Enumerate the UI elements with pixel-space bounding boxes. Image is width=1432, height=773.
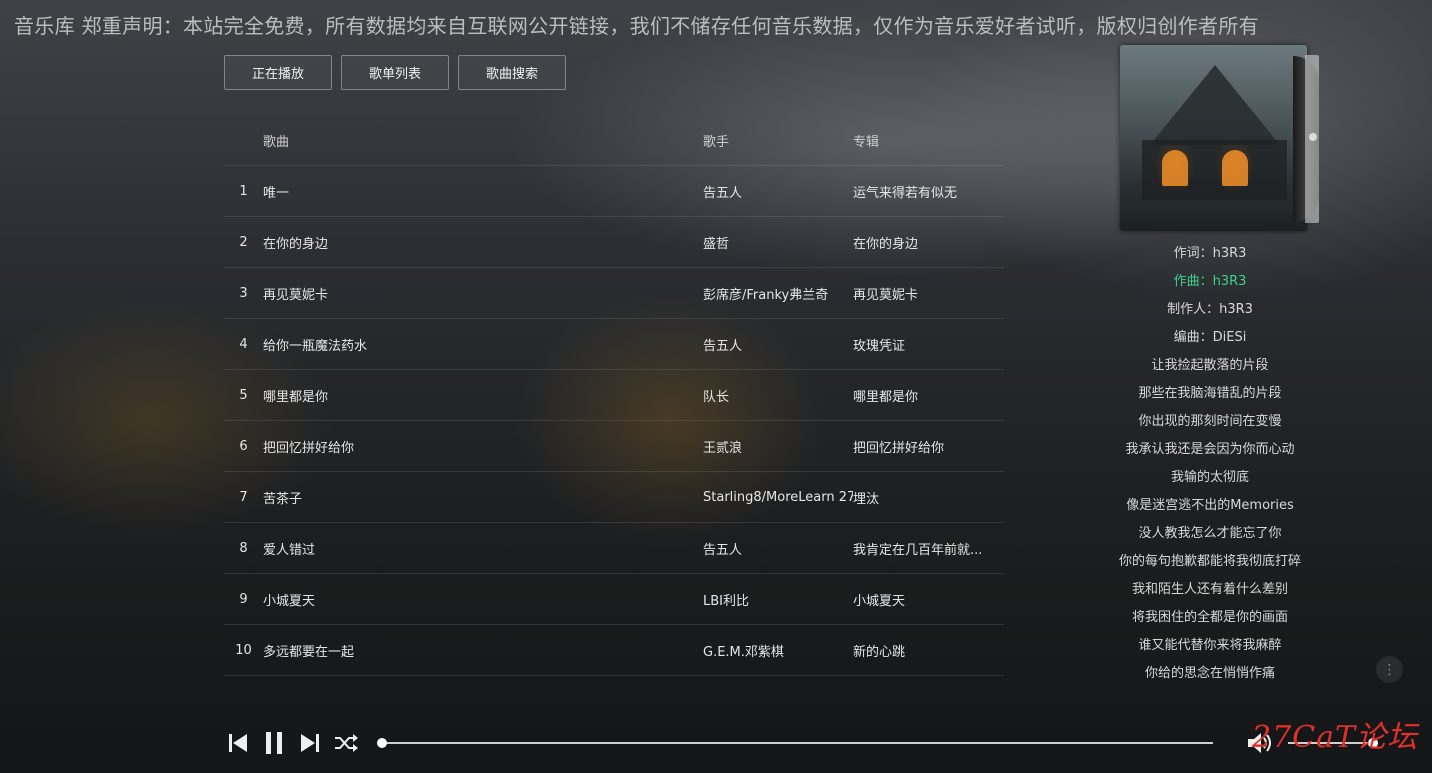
song-album: 哪里都是你 — [853, 389, 919, 405]
song-artist: 告五人 — [703, 185, 743, 201]
lyric-line: 你给的思念在悄悄作痛 — [1144, 666, 1275, 681]
lyric-line: 我输的太彻底 — [1170, 470, 1249, 485]
disclaimer-banner: 音乐库 郑重声明：本站完全免费，所有数据均来自互联网公开链接，我们不储存任何音乐… — [14, 14, 1259, 38]
song-artist: G.E.M.邓紫棋 — [703, 644, 784, 660]
vinyl-disc-hole — [1309, 133, 1317, 141]
song-row[interactable]: 6 把回忆拼好给你 王贰浪 把回忆拼好给你 — [224, 421, 1004, 472]
more-icon[interactable]: ⋮ — [1376, 656, 1403, 683]
pause-icon[interactable] — [256, 728, 292, 758]
album-cover — [1120, 45, 1307, 231]
lyric-line: 我承认我还是会因为你而心动 — [1125, 442, 1295, 457]
prev-icon[interactable] — [220, 728, 256, 758]
song-row[interactable]: 10 多远都要在一起 G.E.M.邓紫棋 新的心跳 — [224, 625, 1004, 676]
lyric-line: 编曲：DiESi — [1173, 330, 1247, 345]
player-controls — [220, 728, 364, 758]
song-artist: 王贰浪 — [703, 440, 743, 456]
song-artist: 队长 — [703, 389, 730, 405]
lyric-line: 那些在我脑海错乱的片段 — [1138, 386, 1282, 401]
song-index: 7 — [239, 489, 248, 505]
song-album: 在你的身边 — [853, 236, 919, 252]
song-list-header: 歌曲 歌手 专辑 — [224, 115, 1004, 166]
song-row[interactable]: 9 小城夏天 LBI利比 小城夏天 — [224, 574, 1004, 625]
song-index: 6 — [239, 438, 248, 454]
song-index: 10 — [235, 642, 252, 658]
song-artist: 彭席彦/Franky弗兰奇 — [703, 287, 829, 303]
lyric-line: 像是迷宫逃不出的Memories — [1126, 498, 1294, 513]
lyric-line-current: 作曲：h3R3 — [1173, 274, 1247, 289]
song-index: 2 — [239, 234, 248, 250]
song-index: 4 — [239, 336, 248, 352]
song-list: 歌曲 歌手 专辑 1 唯一 告五人 运气来得若有似无 2 在你的身边 盛哲 在你的身边 3 再见莫… — [224, 115, 1004, 676]
song-title: 唯一 — [263, 185, 290, 201]
tab-now-playing[interactable]: 正在播放 — [224, 55, 332, 90]
lyric-line: 我和陌生人还有着什么差别 — [1131, 582, 1288, 597]
song-row[interactable]: 3 再见莫妮卡 彭席彦/Franky弗兰奇 再见莫妮卡 — [224, 268, 1004, 319]
shuffle-icon[interactable] — [328, 728, 364, 758]
progress-knob[interactable] — [377, 738, 387, 748]
lyrics-panel[interactable]: 作词：h3R3 作曲：h3R3 制作人：h3R3 编曲：DiESi 让我捡起散落的片段那… — [1070, 240, 1350, 688]
lyric-line: 将我困住的全都是你的画面 — [1131, 610, 1288, 625]
song-row[interactable]: 2 在你的身边 盛哲 在你的身边 — [224, 217, 1004, 268]
song-title: 爱人错过 — [263, 542, 316, 558]
song-index: 8 — [239, 540, 248, 556]
song-index: 5 — [239, 387, 248, 403]
progress-bar[interactable] — [377, 738, 1213, 748]
song-title: 再见莫妮卡 — [263, 287, 329, 303]
header-artist: 歌手 — [703, 134, 730, 150]
song-album: 把回忆拼好给你 — [853, 440, 945, 456]
song-title: 多远都要在一起 — [263, 644, 355, 660]
tab-song-search[interactable]: 歌曲搜索 — [458, 55, 566, 90]
song-title: 苦茶子 — [263, 491, 303, 507]
song-index: 3 — [239, 285, 248, 301]
song-title: 给你一瓶魔法药水 — [263, 338, 368, 354]
song-artist: 告五人 — [703, 338, 743, 354]
next-icon[interactable] — [292, 728, 328, 758]
lyric-line: 没人教我怎么才能忘了你 — [1138, 526, 1282, 541]
song-album: 我肯定在几百年前就... — [853, 542, 983, 558]
song-artist: 告五人 — [703, 542, 743, 558]
song-row[interactable]: 4 给你一瓶魔法药水 告五人 玫瑰凭证 — [224, 319, 1004, 370]
header-album: 专辑 — [853, 134, 880, 150]
song-album: 运气来得若有似无 — [853, 185, 958, 201]
lyric-line: 制作人：h3R3 — [1167, 302, 1253, 317]
song-index: 1 — [239, 183, 248, 199]
watermark-logo: 27CaT论坛 — [1252, 720, 1419, 755]
song-album: 埋汰 — [853, 491, 880, 507]
lyric-line: 作词：h3R3 — [1173, 246, 1247, 261]
song-row[interactable]: 5 哪里都是你 队长 哪里都是你 — [224, 370, 1004, 421]
song-title: 哪里都是你 — [263, 389, 329, 405]
lyric-line: 谁又能代替你来将我麻醉 — [1138, 638, 1282, 653]
song-title: 小城夏天 — [263, 593, 316, 609]
song-album: 再见莫妮卡 — [853, 287, 919, 303]
song-row[interactable]: 7 苦茶子 Starling8/MoreLearn 27 埋汰 — [224, 472, 1004, 523]
song-index: 9 — [239, 591, 248, 607]
header-song: 歌曲 — [263, 134, 290, 150]
lyric-line: 让我捡起散落的片段 — [1151, 358, 1269, 373]
song-artist: Starling8/MoreLearn 27 — [703, 489, 853, 505]
tab-playlist[interactable]: 歌单列表 — [341, 55, 449, 90]
song-album: 玫瑰凭证 — [853, 338, 906, 354]
song-title: 在你的身边 — [263, 236, 329, 252]
tab-bar: 正在播放 歌单列表 歌曲搜索 — [224, 55, 566, 90]
song-row[interactable]: 8 爱人错过 告五人 我肯定在几百年前就... — [224, 523, 1004, 574]
song-title: 把回忆拼好给你 — [263, 440, 355, 456]
song-artist: 盛哲 — [703, 236, 730, 252]
song-album: 新的心跳 — [853, 644, 906, 660]
lyric-line: 你的每句抱歉都能将我彻底打碎 — [1118, 554, 1301, 569]
song-album: 小城夏天 — [853, 593, 906, 609]
song-row[interactable]: 1 唯一 告五人 运气来得若有似无 — [224, 166, 1004, 217]
song-artist: LBI利比 — [703, 593, 749, 609]
lyric-line: 你出现的那刻时间在变慢 — [1138, 414, 1282, 429]
